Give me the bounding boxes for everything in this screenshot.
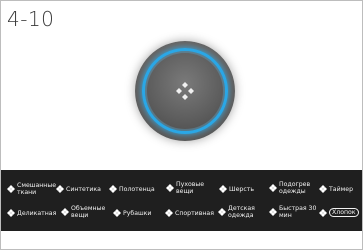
- diamond-cluster-icon: [113, 209, 121, 217]
- diamond-cluster-icon: [7, 185, 15, 193]
- program-panel: Смешанные ткани Синтетика Полотенца Пухо…: [1, 170, 362, 231]
- diamond-cluster-icon: [165, 209, 173, 217]
- diamond-cluster-icon: [319, 208, 327, 217]
- program-clothes-warming[interactable]: Подогрев одежды: [269, 181, 310, 195]
- program-bulky-items[interactable]: Объемные вещи: [61, 205, 105, 219]
- program-label: Спортивная: [175, 209, 214, 217]
- knob-face: [147, 53, 223, 129]
- four-diamond-icon: [147, 53, 223, 129]
- program-shirts[interactable]: Рубашки: [113, 209, 151, 217]
- program-label: Полотенца: [119, 185, 155, 193]
- diamond-cluster-icon: [218, 208, 226, 216]
- program-label: Деликатная: [17, 209, 57, 217]
- diamond-cluster-icon: [269, 208, 277, 216]
- program-label: Смешанные ткани: [17, 182, 57, 196]
- diamond-cluster-icon: [56, 185, 64, 193]
- bottom-margin: [1, 231, 362, 248]
- program-label: Синтетика: [66, 185, 101, 193]
- diamond-cluster-icon: [166, 184, 174, 192]
- program-label: Таймер: [329, 185, 353, 193]
- dial-area: [1, 1, 362, 171]
- program-mixed-fabrics[interactable]: Смешанные ткани: [7, 182, 56, 196]
- program-delicate[interactable]: Деликатная: [7, 209, 56, 217]
- program-synthetics[interactable]: Синтетика: [56, 185, 101, 193]
- program-down-items[interactable]: Пуховые вещи: [166, 181, 204, 195]
- program-wool[interactable]: Шерсть: [219, 185, 254, 193]
- diamond-cluster-icon: [7, 209, 15, 217]
- program-quick-30[interactable]: Быстрая 30 мин: [269, 205, 316, 219]
- program-towels[interactable]: Полотенца: [109, 185, 155, 193]
- program-label: Объемные вещи: [71, 205, 106, 219]
- diamond-cluster-icon: [319, 185, 327, 193]
- program-label: Рубашки: [123, 209, 152, 217]
- program-label: Пуховые вещи: [176, 181, 205, 195]
- program-label: Шерсть: [229, 185, 255, 193]
- diamond-cluster-icon: [269, 184, 277, 192]
- diamond-cluster-icon: [61, 208, 69, 216]
- program-label: Хлопок: [329, 208, 359, 217]
- program-kids-clothes[interactable]: Детская одежда: [218, 205, 255, 219]
- program-knob[interactable]: [135, 41, 235, 141]
- program-label: Быстрая 30 мин: [279, 205, 317, 219]
- program-timer[interactable]: Таймер: [319, 185, 353, 193]
- diamond-cluster-icon: [219, 185, 227, 193]
- program-label: Подогрев одежды: [279, 181, 311, 195]
- program-sportswear[interactable]: Спортивная: [165, 209, 214, 217]
- program-label: Детская одежда: [228, 205, 255, 219]
- diamond-cluster-icon: [109, 185, 117, 193]
- program-cotton[interactable]: Хлопок: [319, 208, 359, 217]
